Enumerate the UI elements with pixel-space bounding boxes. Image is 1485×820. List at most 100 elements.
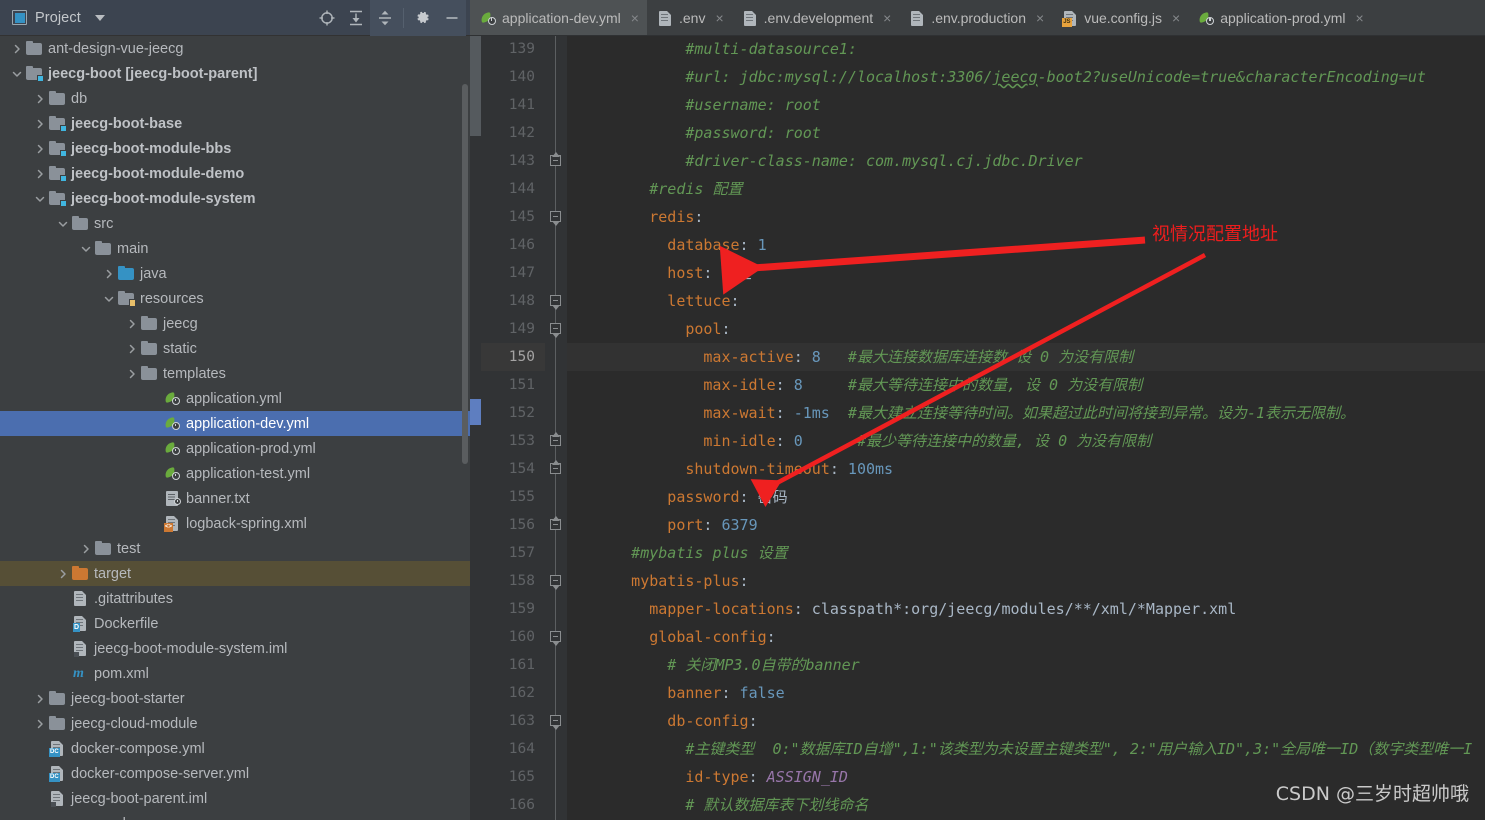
tree-row-jeecg-cloud-module[interactable]: jeecg-cloud-module <box>0 711 470 736</box>
collapse-all-icon[interactable] <box>370 0 399 36</box>
tree-row-banner-txt[interactable]: banner.txt <box>0 486 470 511</box>
line-number: 149 <box>508 321 535 337</box>
tree-row-docker-compose-server-yml[interactable]: DC docker-compose-server.yml <box>0 761 470 786</box>
project-icon <box>12 10 27 25</box>
tree-twisty-expanded[interactable] <box>31 186 49 211</box>
tree-row-application-dev-yml[interactable]: application-dev.yml <box>0 411 470 436</box>
tab-close-icon[interactable]: × <box>631 11 639 25</box>
tree-twisty-collapsed[interactable] <box>8 36 26 61</box>
tree-row-application-prod-yml[interactable]: application-prod.yml <box>0 436 470 461</box>
expand-all-icon[interactable] <box>341 0 370 36</box>
tree-row-main[interactable]: main <box>0 236 470 261</box>
tree-twisty-collapsed[interactable] <box>123 361 141 386</box>
editor-left-marker-stripe[interactable] <box>470 36 481 820</box>
line-number: 139 <box>508 41 535 57</box>
fold-marker-up[interactable] <box>550 427 561 455</box>
fold-marker-up[interactable] <box>550 455 561 483</box>
tree-twisty-collapsed[interactable] <box>100 261 118 286</box>
fold-marker-down[interactable] <box>550 623 561 651</box>
tree-row-test[interactable]: test <box>0 536 470 561</box>
tree-row-jeecg-boot-starter[interactable]: jeecg-boot-starter <box>0 686 470 711</box>
tab-close-icon[interactable]: × <box>1356 11 1364 25</box>
project-title-button[interactable]: Project <box>12 10 105 26</box>
fold-marker-up[interactable] <box>550 511 561 539</box>
tree-row-jeecg-boot-module-system[interactable]: jeecg-boot-module-system <box>0 186 470 211</box>
line-number: 166 <box>508 797 535 813</box>
tree-row-static[interactable]: static <box>0 336 470 361</box>
editor-tab--env[interactable]: .env × <box>647 0 732 35</box>
tree-row-db[interactable]: db <box>0 86 470 111</box>
tree-item-label: jeecg-boot-parent.iml <box>71 790 208 807</box>
editor-code-content[interactable]: #multi-datasource1: #url: jdbc:mysql://lo… <box>567 36 1485 820</box>
tree-row-docker-compose-yml[interactable]: DC docker-compose.yml <box>0 736 470 761</box>
project-tree[interactable]: ant-design-vue-jeecg jeecg-boot [jeecg-bo… <box>0 36 470 820</box>
tab-close-icon[interactable]: × <box>715 11 723 25</box>
tree-row-resources[interactable]: resources <box>0 286 470 311</box>
tree-row-pom-xml[interactable]: m pom.xml <box>0 661 470 686</box>
folder-icon <box>72 215 89 232</box>
tree-row-pom-xml[interactable]: m pom.xml <box>0 811 470 820</box>
tree-twisty-expanded[interactable] <box>54 211 72 236</box>
editor-fold-column[interactable] <box>545 36 567 820</box>
tree-row-dockerfile[interactable]: D Dockerfile <box>0 611 470 636</box>
tree-row--gitattributes[interactable]: .gitattributes <box>0 586 470 611</box>
tree-row-java[interactable]: java <box>0 261 470 286</box>
tab-close-icon[interactable]: × <box>1172 11 1180 25</box>
tree-twisty-collapsed[interactable] <box>31 161 49 186</box>
gear-icon[interactable] <box>408 0 437 36</box>
tree-twisty-collapsed[interactable] <box>54 561 72 586</box>
tree-row-application-yml[interactable]: application.yml <box>0 386 470 411</box>
fold-marker-down[interactable] <box>550 203 561 231</box>
tree-twisty-expanded[interactable] <box>100 286 118 311</box>
tree-row-jeecg-boot-module-demo[interactable]: jeecg-boot-module-demo <box>0 161 470 186</box>
editor-gutter-line-numbers[interactable]: 139 140 141 142 143 144 145 146 147 148 149 150 151 1… <box>481 36 545 820</box>
tree-twisty-collapsed[interactable] <box>31 711 49 736</box>
tree-row-src[interactable]: src <box>0 211 470 236</box>
fold-marker-down[interactable] <box>550 287 561 315</box>
fold-marker-down[interactable] <box>550 315 561 343</box>
tree-twisty-expanded[interactable] <box>77 236 95 261</box>
xml-file-icon: <> <box>164 515 181 532</box>
line-number: 163 <box>508 713 535 729</box>
tree-twisty-collapsed[interactable] <box>31 86 49 111</box>
tree-row-jeecg[interactable]: jeecg <box>0 311 470 336</box>
fold-marker-down[interactable] <box>550 567 561 595</box>
fold-marker-up[interactable] <box>550 147 561 175</box>
tree-row-jeecg-boot-parent-iml[interactable]: jeecg-boot-parent.iml <box>0 786 470 811</box>
editor-tab--env-production[interactable]: .env.production × <box>899 0 1052 35</box>
tree-row-jeecg-boot-module-system-iml[interactable]: jeecg-boot-module-system.iml <box>0 636 470 661</box>
tree-row-logback-spring-xml[interactable]: <> logback-spring.xml <box>0 511 470 536</box>
locate-file-icon[interactable] <box>312 0 341 36</box>
tree-twisty-collapsed[interactable] <box>77 536 95 561</box>
tree-row-jeecg-boot-jeecg-boot-parent-[interactable]: jeecg-boot [jeecg-boot-parent] <box>0 61 470 86</box>
tree-row-target[interactable]: target <box>0 561 470 586</box>
minimize-icon[interactable] <box>437 0 466 36</box>
idea-window: Project ant-design-vue-jeecg jeecg-boot … <box>0 0 1485 820</box>
tree-item-label: jeecg-boot-module-demo <box>71 165 245 182</box>
tree-twisty-collapsed[interactable] <box>31 136 49 161</box>
editor-tab-vue-config-js[interactable]: JS vue.config.js × <box>1052 0 1188 35</box>
editor-tab-application-prod-yml[interactable]: application-prod.yml × <box>1188 0 1371 35</box>
tree-row-ant-design-vue-jeecg[interactable]: ant-design-vue-jeecg <box>0 36 470 61</box>
tree-row-jeecg-boot-module-bbs[interactable]: jeecg-boot-module-bbs <box>0 136 470 161</box>
tab-label: .env <box>678 10 706 26</box>
tree-twisty-collapsed[interactable] <box>31 686 49 711</box>
tree-twisty-collapsed[interactable] <box>123 311 141 336</box>
tab-close-icon[interactable]: × <box>1036 11 1044 25</box>
tab-close-icon[interactable]: × <box>883 11 891 25</box>
tree-row-templates[interactable]: templates <box>0 361 470 386</box>
editor-tab-application-dev-yml[interactable]: application-dev.yml × <box>470 0 647 35</box>
tree-twisty-collapsed[interactable] <box>123 336 141 361</box>
editor-tab--env-development[interactable]: .env.development × <box>732 0 900 35</box>
code-token: 为没有限制 <box>1049 348 1134 366</box>
project-tree-scrollbar[interactable] <box>462 84 468 464</box>
tree-twisty-collapsed[interactable] <box>31 111 49 136</box>
tree-twisty-expanded[interactable] <box>8 61 26 86</box>
tree-row-jeecg-boot-base[interactable]: jeecg-boot-base <box>0 111 470 136</box>
tree-row-application-test-yml[interactable]: application-test.yml <box>0 461 470 486</box>
code-token: : <box>694 208 704 226</box>
chevron-down-icon[interactable] <box>94 14 105 21</box>
fold-marker-down[interactable] <box>550 707 561 735</box>
